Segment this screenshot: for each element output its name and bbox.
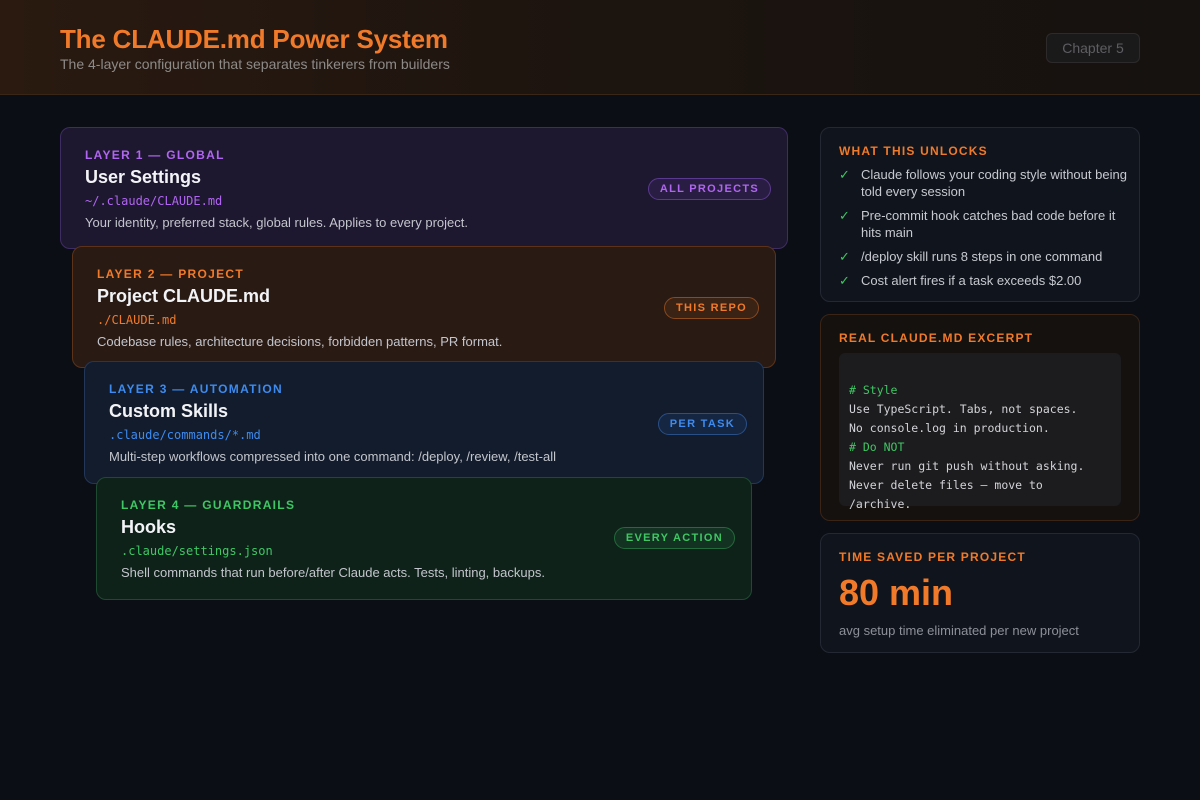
layer-path: .claude/settings.json bbox=[121, 544, 273, 558]
code-comment: # Style bbox=[849, 383, 898, 397]
unlocks-panel: WHAT THIS UNLOCKS ✓ Claude follows your c… bbox=[820, 127, 1140, 302]
time-saved-caption: avg setup time eliminated per new projec… bbox=[839, 623, 1079, 638]
unlocks-title: WHAT THIS UNLOCKS bbox=[839, 144, 988, 158]
layer-card-guardrails: LAYER 4 — GUARDRAILS Hooks .claude/setti… bbox=[96, 477, 752, 600]
layer-path: .claude/commands/*.md bbox=[109, 428, 261, 442]
layer-name: Hooks bbox=[121, 517, 177, 537]
code-line: /archive. bbox=[849, 497, 912, 511]
code-line: Never run git push without asking. bbox=[849, 459, 1085, 473]
layer-description: Codebase rules, architecture decisions, … bbox=[97, 334, 503, 349]
unlock-text: /deploy skill runs 8 steps in one comman… bbox=[861, 249, 1103, 264]
layer-card-project: LAYER 2 — PROJECT Project CLAUDE.md ./CL… bbox=[72, 246, 776, 368]
check-icon: ✓ bbox=[839, 249, 850, 264]
time-saved-panel: TIME SAVED PER PROJECT 80 min avg setup … bbox=[820, 533, 1140, 653]
page-header: The CLAUDE.md Power System The 4-layer c… bbox=[0, 0, 1200, 95]
code-block: # Style Use TypeScript. Tabs, not spaces.… bbox=[839, 353, 1121, 511]
layer-name: Custom Skills bbox=[109, 401, 229, 421]
unlock-text: Pre-commit hook catches bad code before … bbox=[861, 208, 1116, 240]
excerpt-panel: REAL CLAUDE.MD EXCERPT # Style Use TypeSc… bbox=[820, 314, 1140, 521]
code-line: Never delete files — move to bbox=[849, 478, 1043, 492]
unlock-text: Cost alert fires if a task exceeds $2.00 bbox=[861, 273, 1082, 288]
check-icon: ✓ bbox=[839, 273, 850, 288]
excerpt-title: REAL CLAUDE.MD EXCERPT bbox=[839, 331, 1034, 345]
layer-label: LAYER 2 — PROJECT bbox=[97, 267, 245, 281]
check-icon: ✓ bbox=[839, 167, 850, 182]
layer-name: Project CLAUDE.md bbox=[97, 286, 271, 306]
layer-card-automation: LAYER 3 — AUTOMATION Custom Skills .clau… bbox=[84, 361, 764, 484]
list-item: ✓ Pre-commit hook catches bad code before… bbox=[839, 207, 1129, 241]
layer-label: LAYER 1 — GLOBAL bbox=[85, 148, 225, 162]
layer-description: Your identity, preferred stack, global r… bbox=[85, 215, 468, 230]
list-item: ✓ Claude follows your coding style withou… bbox=[839, 166, 1129, 200]
layer-label: LAYER 3 — AUTOMATION bbox=[109, 382, 284, 396]
layer-scope-badge: ALL PROJECTS bbox=[647, 178, 771, 200]
layer-card-global: LAYER 1 — GLOBAL User Settings ~/.claude… bbox=[60, 127, 788, 249]
time-saved-value: 80 min bbox=[839, 572, 954, 613]
layer-label: LAYER 4 — GUARDRAILS bbox=[121, 498, 296, 512]
layer-path: ./CLAUDE.md bbox=[97, 313, 177, 327]
check-icon: ✓ bbox=[839, 208, 850, 223]
code-line: No console.log in production. bbox=[849, 421, 1050, 435]
list-item: ✓ /deploy skill runs 8 steps in one comma… bbox=[839, 248, 1129, 265]
page-subtitle: The 4-layer configuration that separates… bbox=[60, 56, 450, 72]
page-title: The CLAUDE.md Power System bbox=[60, 24, 448, 54]
layer-name: User Settings bbox=[85, 167, 202, 187]
unlock-text: Claude follows your coding style without… bbox=[861, 167, 1127, 199]
layer-path: ~/.claude/CLAUDE.md bbox=[85, 194, 223, 208]
layer-scope-badge: THIS REPO bbox=[664, 297, 759, 319]
unlocks-list: ✓ Claude follows your coding style withou… bbox=[839, 166, 1129, 296]
time-saved-title: TIME SAVED PER PROJECT bbox=[839, 550, 1026, 564]
list-item: ✓ Cost alert fires if a task exceeds $2.0… bbox=[839, 272, 1129, 289]
layer-scope-badge: EVERY ACTION bbox=[613, 527, 735, 549]
layer-description: Multi-step workflows compressed into one… bbox=[109, 449, 556, 464]
layer-description: Shell commands that run before/after Cla… bbox=[121, 565, 545, 580]
code-comment: # Do NOT bbox=[849, 440, 905, 454]
chapter-badge[interactable]: Chapter 5 bbox=[1046, 33, 1140, 63]
code-line: Use TypeScript. Tabs, not spaces. bbox=[849, 402, 1078, 416]
layer-scope-badge: PER TASK bbox=[657, 413, 747, 435]
